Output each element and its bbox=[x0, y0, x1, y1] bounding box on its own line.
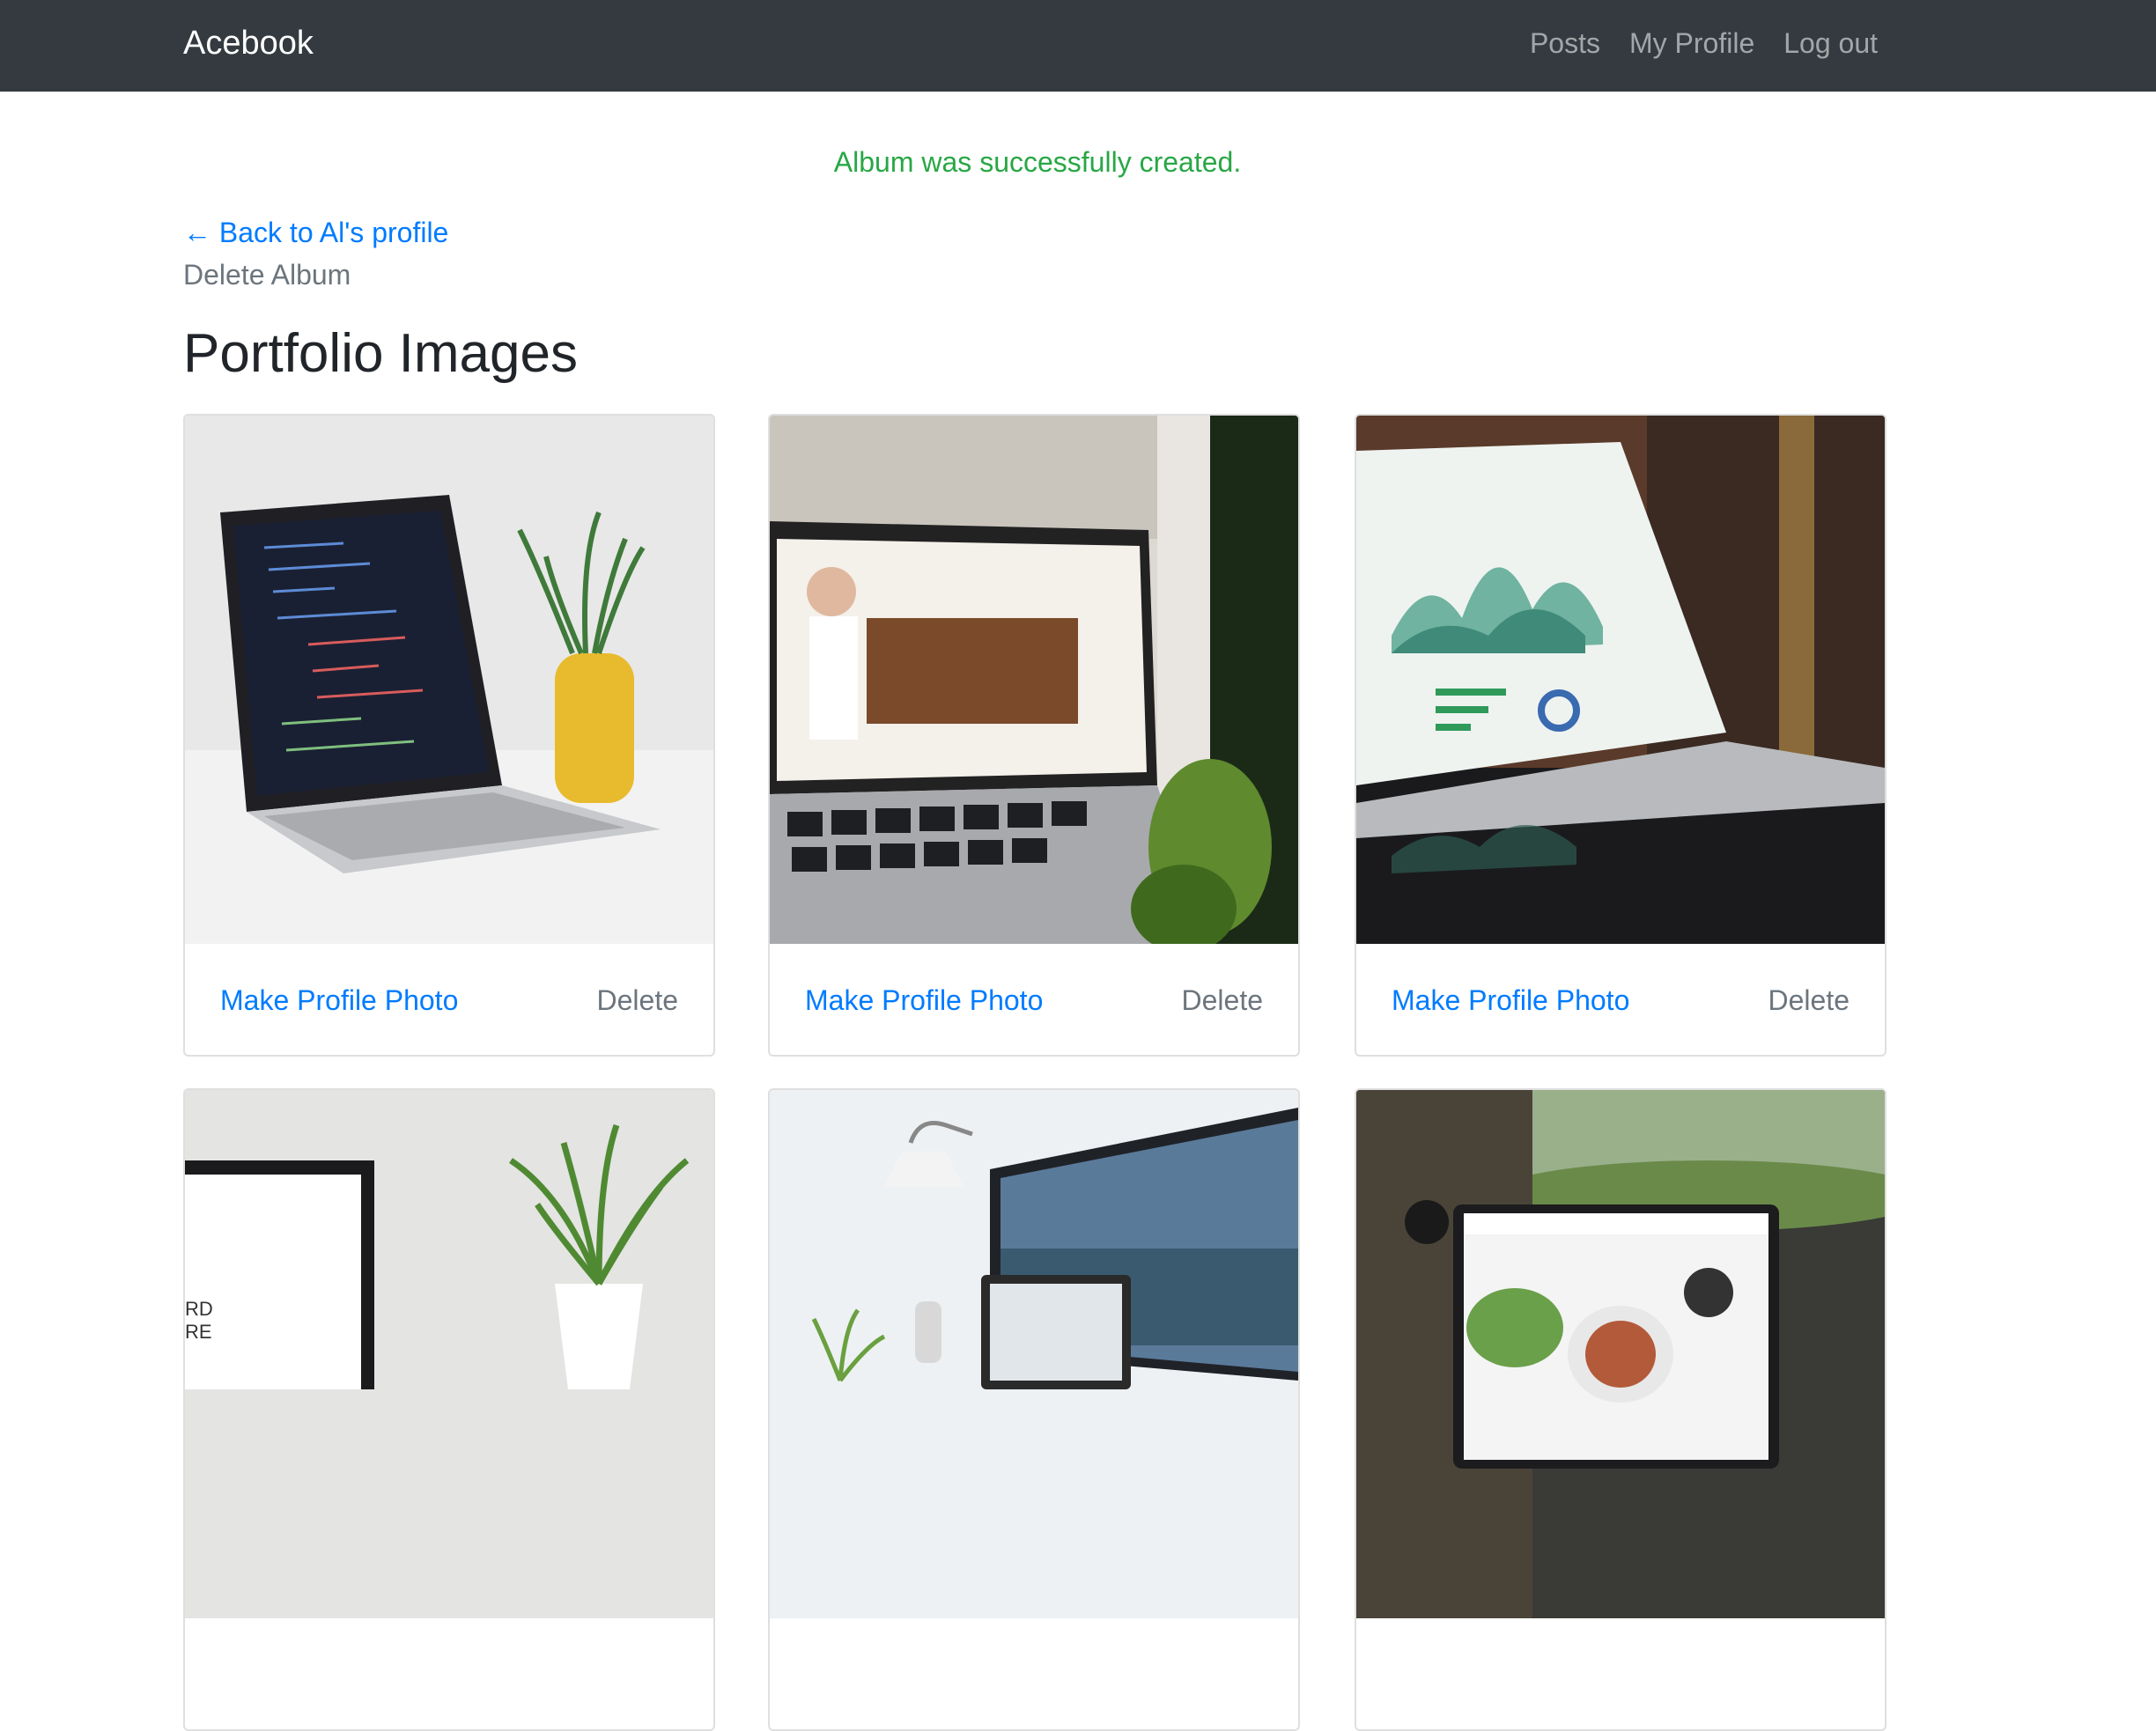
photo-image[interactable] bbox=[1356, 1090, 1885, 1618]
photo-image[interactable] bbox=[185, 416, 713, 944]
photo-card: Make Profile Photo Delete bbox=[768, 414, 1300, 1057]
photo-card: Make Profile Photo Delete bbox=[183, 414, 715, 1057]
card-footer: Make Profile Photo Delete bbox=[1356, 946, 1885, 1055]
photo-image[interactable]: RD RE bbox=[185, 1090, 713, 1618]
card-footer: Make Profile Photo Delete bbox=[770, 946, 1298, 1055]
photo-card: RD RE bbox=[183, 1088, 715, 1731]
card-footer: Make Profile Photo Delete bbox=[185, 946, 713, 1055]
make-profile-photo-button[interactable]: Make Profile Photo bbox=[1392, 981, 1629, 1020]
make-profile-photo-button[interactable]: Make Profile Photo bbox=[220, 981, 458, 1020]
delete-photo-button[interactable]: Delete bbox=[1182, 981, 1264, 1020]
delete-photo-button[interactable]: Delete bbox=[597, 981, 679, 1020]
page-title: Portfolio Images bbox=[183, 323, 578, 384]
delete-album-link[interactable]: Delete Album bbox=[183, 255, 351, 294]
photo-card bbox=[1355, 1088, 1886, 1731]
photo-card bbox=[768, 1088, 1300, 1731]
photo-card: Make Profile Photo Delete bbox=[1355, 414, 1886, 1057]
back-to-profile-link[interactable]: ← Back to Al's profile bbox=[183, 213, 448, 252]
make-profile-photo-button[interactable]: Make Profile Photo bbox=[805, 981, 1043, 1020]
nav-log-out-link[interactable]: Log out bbox=[1783, 21, 1878, 65]
photo-image[interactable] bbox=[770, 416, 1298, 944]
brand-logo[interactable]: Acebook bbox=[183, 21, 314, 65]
nav-links: Posts My Profile Log out bbox=[1530, 21, 1878, 65]
photo-image[interactable] bbox=[1356, 416, 1885, 944]
svg-text:RE: RE bbox=[185, 1321, 212, 1343]
nav-posts-link[interactable]: Posts bbox=[1530, 21, 1600, 65]
delete-photo-button[interactable]: Delete bbox=[1768, 981, 1850, 1020]
navbar: Acebook Posts My Profile Log out bbox=[0, 0, 2156, 92]
photo-image[interactable] bbox=[770, 1090, 1298, 1618]
flash-notice: Album was successfully created. bbox=[833, 146, 1242, 178]
nav-my-profile-link[interactable]: My Profile bbox=[1629, 21, 1754, 65]
svg-text:RD: RD bbox=[185, 1298, 213, 1320]
